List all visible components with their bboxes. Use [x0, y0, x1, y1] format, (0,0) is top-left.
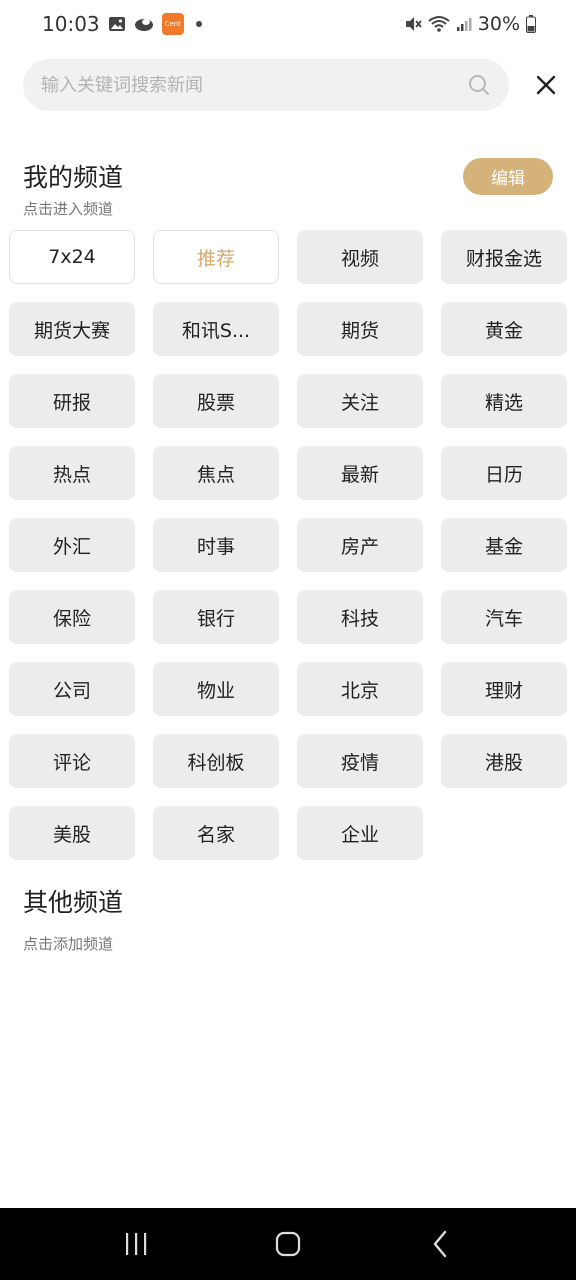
search-input[interactable] — [41, 74, 467, 96]
my-channels-grid: 7x24 推荐 视频 财报金选期货大赛 和讯S... 期货 黄金研报 股票 关注 精选热点 焦点 最新… — [9, 230, 567, 860]
app-badge-text: Cent — [164, 20, 181, 28]
close-button[interactable] — [531, 70, 561, 100]
channel-chip[interactable]: 疫情 — [297, 734, 423, 788]
channel-chip[interactable]: 名家 — [153, 806, 279, 860]
channel-chip[interactable]: 和讯S... — [153, 302, 279, 356]
channel-chip[interactable]: 美股 — [9, 806, 135, 860]
channel-chip[interactable]: 期货 — [297, 302, 423, 356]
channel-chip[interactable]: 最新 — [297, 446, 423, 500]
channel-chip[interactable]: 财报金选 — [441, 230, 567, 284]
channel-chip[interactable]: 评论 — [9, 734, 135, 788]
channel-chip[interactable]: 股票 — [153, 374, 279, 428]
my-channels-header: 我的频道 点击进入频道 编辑 — [23, 158, 553, 219]
gallery-icon — [108, 15, 126, 33]
app-notification-icon: Cent — [161, 13, 184, 35]
channel-chip[interactable]: 理财 — [441, 662, 567, 716]
battery-icon — [526, 15, 536, 33]
my-channels-subtitle: 点击进入频道 — [23, 200, 114, 218]
battery-percent: 30% — [477, 13, 520, 35]
back-icon — [433, 1230, 447, 1258]
status-time: 10:03 — [42, 12, 100, 36]
status-bar: 10:03 Cent 30% — [0, 0, 576, 48]
channel-chip[interactable]: 北京 — [297, 662, 423, 716]
recent-apps-icon — [126, 1233, 147, 1255]
channel-chip[interactable]: 研报 — [9, 374, 135, 428]
channel-chip[interactable]: 外汇 — [9, 518, 135, 572]
channel-chip[interactable]: 科创板 — [153, 734, 279, 788]
channel-chip[interactable]: 汽车 — [441, 590, 567, 644]
status-left: 10:03 Cent — [42, 12, 202, 36]
channel-chip[interactable]: 保险 — [9, 590, 135, 644]
channel-chip[interactable]: 企业 — [297, 806, 423, 860]
mute-icon — [404, 15, 422, 33]
edit-button[interactable]: 编辑 — [463, 158, 553, 195]
search-icon[interactable] — [467, 73, 491, 97]
more-notifications-dot — [195, 21, 202, 27]
wifi-icon — [428, 15, 450, 33]
channel-chip[interactable]: 港股 — [441, 734, 567, 788]
channel-chip[interactable]: 精选 — [441, 374, 567, 428]
channel-chip[interactable]: 公司 — [9, 662, 135, 716]
other-channels-title: 其他频道 — [23, 888, 124, 917]
channel-chip[interactable]: 关注 — [297, 374, 423, 428]
close-icon — [536, 75, 556, 95]
other-channels-subtitle: 点击添加频道 — [23, 935, 114, 953]
back-button[interactable] — [410, 1214, 470, 1274]
channel-chip[interactable]: 期货大赛 — [9, 302, 135, 356]
channel-chip[interactable]: 房产 — [297, 518, 423, 572]
channel-chip[interactable]: 日历 — [441, 446, 567, 500]
search-box[interactable] — [23, 59, 509, 111]
recent-apps-button[interactable] — [106, 1214, 166, 1274]
channel-chip[interactable]: 基金 — [441, 518, 567, 572]
channel-chip[interactable]: 热点 — [9, 446, 135, 500]
status-right: 30% — [404, 13, 536, 35]
channel-chip[interactable]: 推荐 — [153, 230, 279, 284]
signal-icon — [456, 16, 472, 32]
channel-chip[interactable]: 时事 — [153, 518, 279, 572]
home-button[interactable] — [258, 1214, 318, 1274]
channel-chip[interactable]: 物业 — [153, 662, 279, 716]
channel-chip[interactable]: 焦点 — [153, 446, 279, 500]
channel-chip[interactable]: 黄金 — [441, 302, 567, 356]
system-nav-bar — [0, 1208, 576, 1280]
channel-chip[interactable]: 科技 — [297, 590, 423, 644]
channel-chip[interactable]: 视频 — [297, 230, 423, 284]
home-icon — [275, 1231, 301, 1257]
channel-chip[interactable]: 银行 — [153, 590, 279, 644]
other-channels-header: 其他频道 点击添加频道 — [23, 883, 553, 954]
search-row — [23, 59, 563, 111]
channel-chip[interactable]: 7x24 — [9, 230, 135, 284]
cloud-icon — [134, 16, 154, 32]
